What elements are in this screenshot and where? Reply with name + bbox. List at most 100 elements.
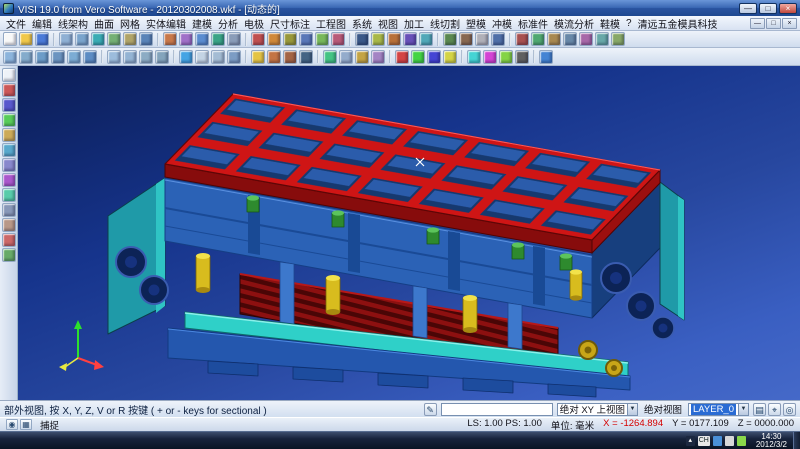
circle-tool-icon[interactable] [2, 143, 16, 157]
material-settings-icon[interactable] [267, 50, 281, 64]
zoom-out-icon[interactable] [19, 50, 33, 64]
calculator-tool-icon[interactable] [515, 50, 529, 64]
chevron-down-icon[interactable]: ▼ [627, 404, 637, 415]
separator-3[interactable] [245, 33, 247, 46]
pocket-feature-icon[interactable] [371, 32, 385, 46]
clock[interactable]: 14:30 2012/3/2 [750, 433, 793, 449]
target-icon[interactable]: ◎ [783, 403, 796, 416]
open-folder-icon[interactable] [19, 32, 33, 46]
new-file-icon[interactable] [3, 32, 17, 46]
pattern-feature-icon[interactable] [403, 32, 417, 46]
erase-tool-icon[interactable] [2, 233, 16, 247]
line-tool-icon[interactable] [2, 98, 16, 112]
cone-icon[interactable] [107, 32, 121, 46]
zoom-window-icon[interactable] [35, 50, 49, 64]
menu-item[interactable]: 分析 [215, 16, 241, 31]
menu-item[interactable]: 曲面 [91, 16, 117, 31]
menu-item[interactable]: 文件 [3, 16, 29, 31]
separator-5[interactable] [437, 33, 439, 46]
menu-item[interactable]: 塑模 [463, 16, 489, 31]
stitch-tool-icon[interactable] [611, 32, 625, 46]
fillet-icon[interactable] [299, 32, 313, 46]
attributes-tool-icon[interactable] [467, 50, 481, 64]
viewport-canvas[interactable] [18, 66, 800, 400]
magnet-icon[interactable]: ◉ [6, 419, 18, 430]
background-settings-icon[interactable] [299, 50, 313, 64]
separator-3[interactable] [245, 50, 247, 63]
wcs-tool-icon[interactable] [395, 50, 409, 64]
cube-icon[interactable] [59, 32, 73, 46]
menu-item[interactable]: 编辑 [29, 16, 55, 31]
iso-view-icon[interactable] [155, 50, 169, 64]
network-icon[interactable] [737, 436, 746, 446]
layer-selector[interactable]: LAYER_0 ▼ [688, 403, 749, 416]
command-input[interactable] [441, 403, 553, 416]
save-file-icon[interactable] [35, 32, 49, 46]
extrude-icon[interactable] [163, 32, 177, 46]
shell-icon[interactable] [331, 32, 345, 46]
wireframe-mode-icon[interactable] [195, 50, 209, 64]
axis-tool-icon[interactable] [443, 50, 457, 64]
mirror-feature-icon[interactable] [419, 32, 433, 46]
mdi-close-button[interactable]: × [782, 18, 797, 29]
properties-tool-icon[interactable] [483, 50, 497, 64]
ucs-tool-icon[interactable] [411, 50, 425, 64]
side-view-icon[interactable] [139, 50, 153, 64]
texture-settings-icon[interactable] [283, 50, 297, 64]
volume-icon[interactable] [725, 436, 734, 446]
dimension-tool-icon[interactable] [2, 218, 16, 232]
boolean-subtract-icon[interactable] [267, 32, 281, 46]
shaded-mode-icon[interactable] [179, 50, 193, 64]
surface-tool-icon[interactable] [2, 188, 16, 202]
menu-item[interactable]: 线切割 [427, 16, 463, 31]
boolean-union-icon[interactable] [251, 32, 265, 46]
sphere-icon[interactable] [91, 32, 105, 46]
viewport[interactable] [18, 66, 800, 400]
chamfer-icon[interactable] [315, 32, 329, 46]
view-selector[interactable]: 绝对 XY 上视图 ▼ [557, 403, 638, 416]
section-tool-icon[interactable] [531, 32, 545, 46]
hole-feature-icon[interactable] [355, 32, 369, 46]
menu-item[interactable]: 加工 [401, 16, 427, 31]
spline-tool-icon[interactable] [2, 173, 16, 187]
zoom-in-icon[interactable] [3, 50, 17, 64]
hidden-line-mode-icon[interactable] [211, 50, 225, 64]
torus-icon[interactable] [123, 32, 137, 46]
rotate-view-icon[interactable] [83, 50, 97, 64]
front-view-icon[interactable] [107, 50, 121, 64]
move-tool-icon[interactable] [443, 32, 457, 46]
transparent-mode-icon[interactable] [227, 50, 241, 64]
show-desktop-button[interactable] [793, 432, 800, 449]
work-plane-icon[interactable] [427, 50, 441, 64]
wcs-icon[interactable]: ⌖ [768, 403, 781, 416]
separator-5[interactable] [389, 50, 391, 63]
menu-item[interactable]: 尺寸标注 [267, 16, 313, 31]
layer-manager-icon[interactable] [323, 50, 337, 64]
language-indicator[interactable]: CH [698, 436, 710, 446]
hidden-icons-button[interactable]: ▴ [686, 436, 695, 446]
menu-item[interactable]: 冲模 [489, 16, 515, 31]
pan-icon[interactable] [67, 50, 81, 64]
revolve-icon[interactable] [179, 32, 193, 46]
polyline-tool-icon[interactable] [2, 113, 16, 127]
menu-item[interactable]: 建模 [189, 16, 215, 31]
menu-item[interactable]: ? [623, 18, 635, 29]
menu-item[interactable]: 工程图 [313, 16, 349, 31]
grid-toggle-icon[interactable] [339, 50, 353, 64]
close-button[interactable]: × [779, 3, 797, 14]
measure-tool-icon[interactable] [515, 32, 529, 46]
help-tool-icon[interactable] [539, 50, 553, 64]
chevron-down-icon[interactable]: ▼ [738, 404, 748, 415]
solid-tool-icon[interactable] [2, 203, 16, 217]
menu-item[interactable]: 网格 [117, 16, 143, 31]
stretch-tool-icon[interactable] [491, 32, 505, 46]
rectangle-tool-icon[interactable] [2, 158, 16, 172]
split-tool-icon[interactable] [563, 32, 577, 46]
mdi-restore-button[interactable]: □ [766, 18, 781, 29]
menu-item[interactable]: 清远五金模具科技 [635, 16, 721, 31]
zoom-fit-icon[interactable] [51, 50, 65, 64]
menu-item[interactable]: 实体编辑 [143, 16, 189, 31]
separator-2[interactable] [157, 33, 159, 46]
view-mode-button[interactable]: 绝对视图 [642, 402, 684, 416]
separator-1[interactable] [101, 50, 103, 63]
